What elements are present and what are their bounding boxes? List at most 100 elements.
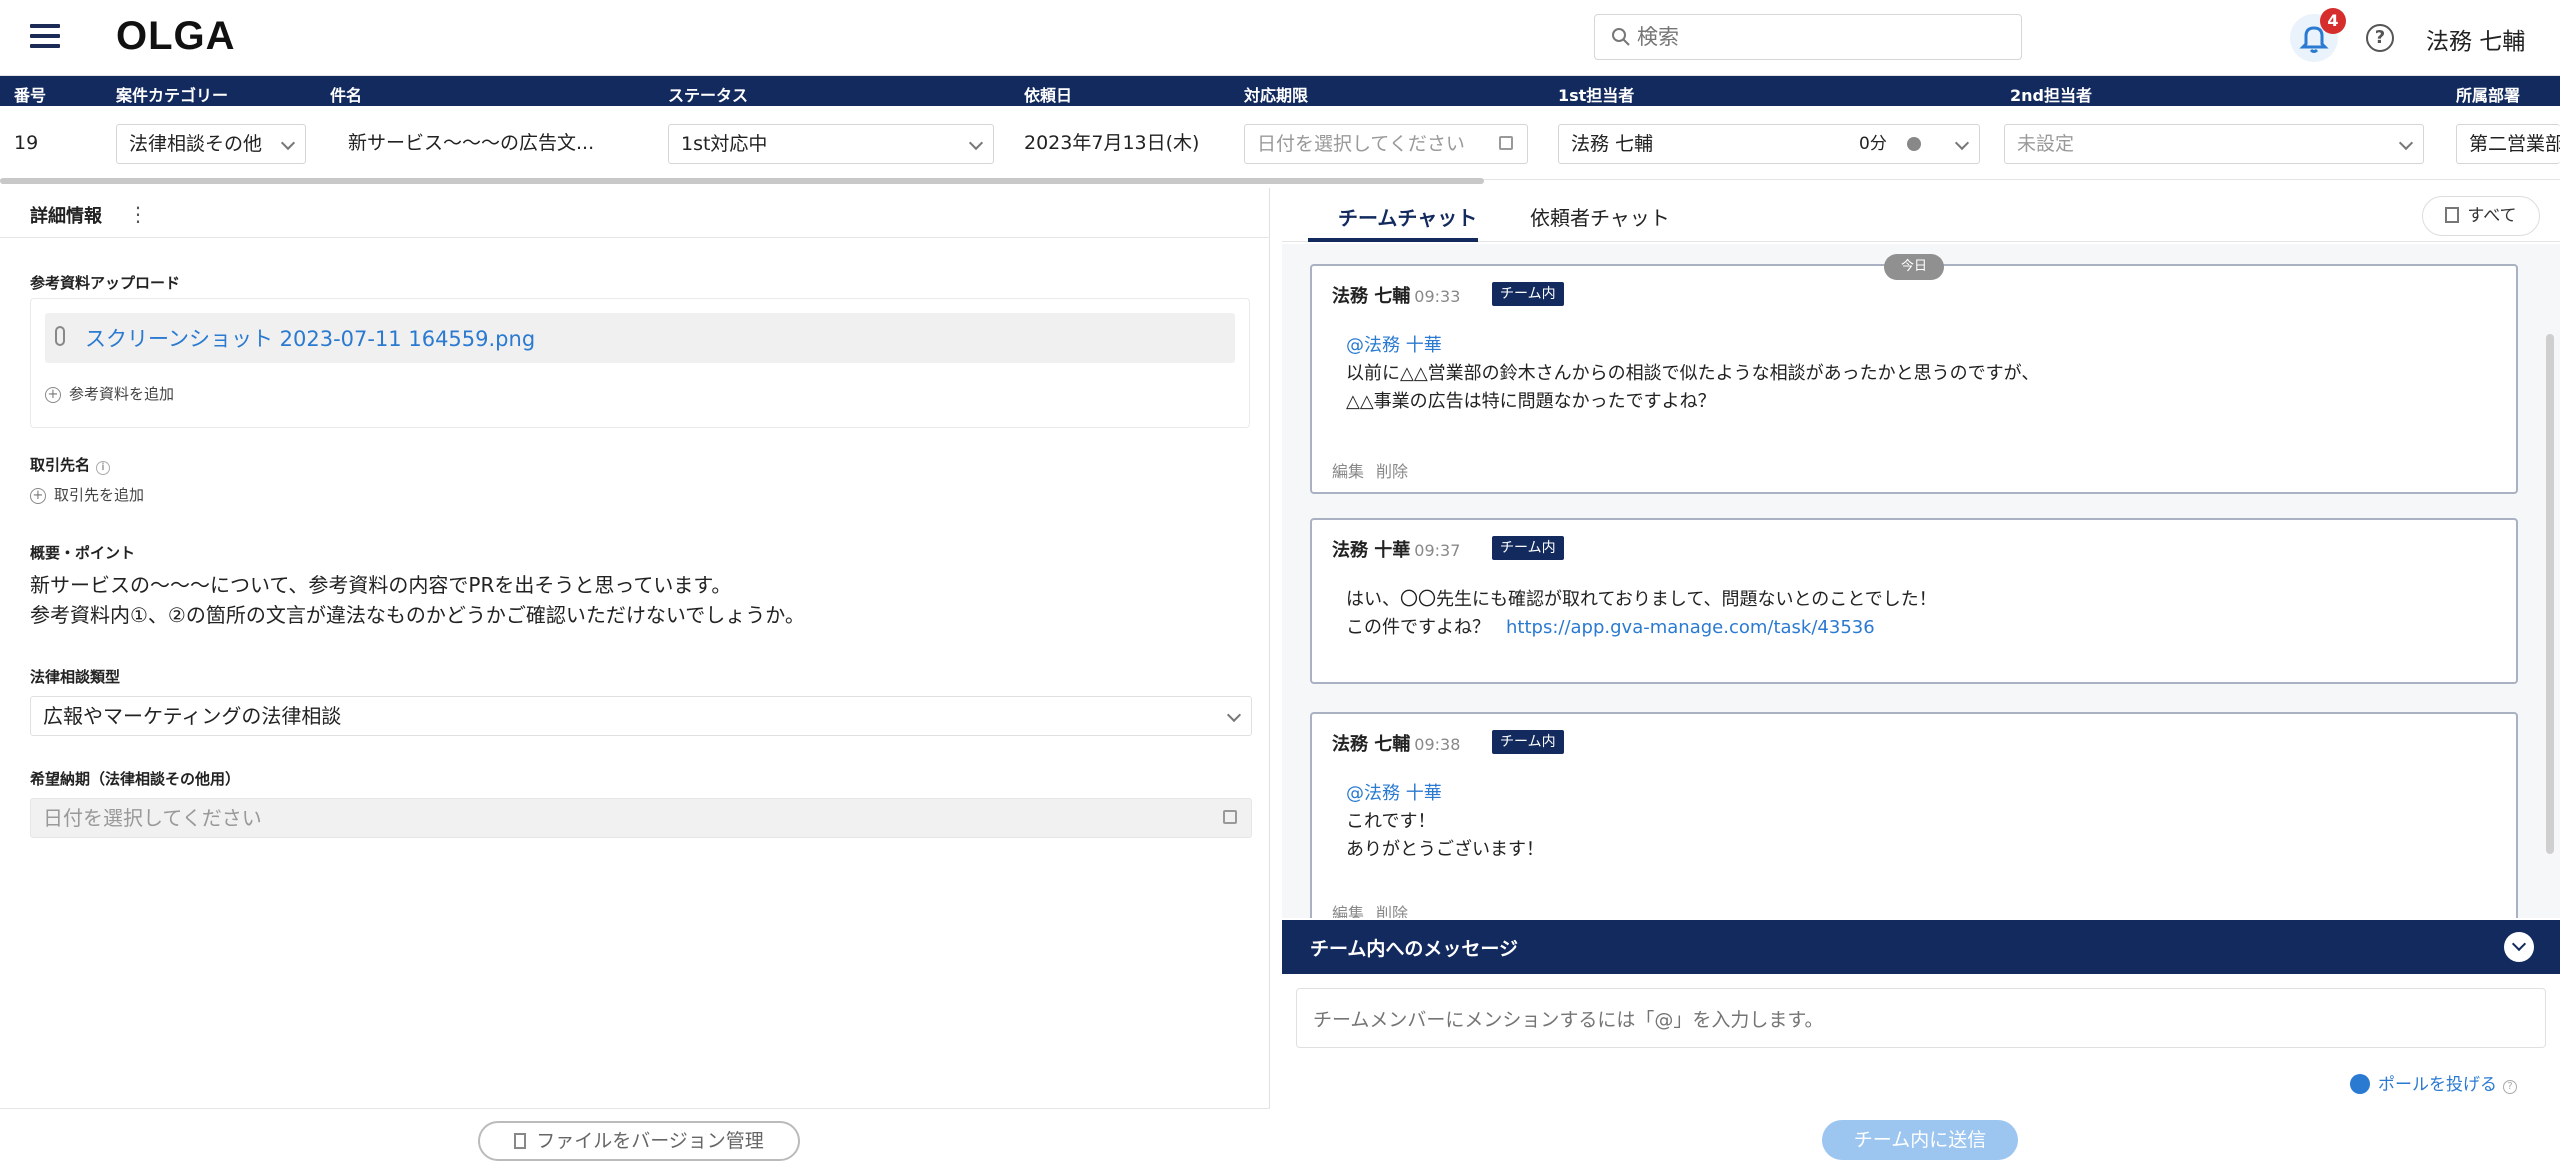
more-options-icon[interactable]: ⋮ bbox=[128, 202, 148, 226]
all-filter-label: すべて bbox=[2467, 206, 2517, 226]
message-time: 09:38 bbox=[1414, 735, 1461, 754]
category-select[interactable]: 法律相談その他 bbox=[116, 124, 306, 164]
message-actions: 編集 削除 bbox=[1332, 458, 1420, 482]
column-header-category[interactable]: 案件カテゴリー bbox=[116, 82, 228, 106]
chat-panel: チームチャット 依頼者チャット すべて 今日 法務 七輔 09:33 チーム内 @… bbox=[1282, 188, 2560, 1172]
column-header-request-date[interactable]: 依頼日 bbox=[1024, 82, 1072, 106]
edit-link[interactable]: 編集 bbox=[1332, 904, 1364, 918]
poll-button[interactable]: ポールを投げる? bbox=[2350, 1070, 2517, 1095]
poll-icon bbox=[2350, 1074, 2370, 1094]
message-header: 法務 十華 09:37 bbox=[1332, 536, 1460, 562]
tab-team-chat[interactable]: チームチャット bbox=[1338, 202, 1477, 231]
paperclip-icon bbox=[55, 326, 65, 346]
detail-title: 詳細情報 bbox=[30, 206, 102, 227]
notification-badge: 4 bbox=[2320, 8, 2346, 34]
team-tag: チーム内 bbox=[1492, 730, 1564, 754]
mention-link[interactable]: @法務 十華 bbox=[1346, 780, 1544, 808]
calendar-icon bbox=[1223, 810, 1237, 824]
column-header-deadline[interactable]: 対応期限 bbox=[1244, 82, 1308, 106]
chat-message: 法務 十華 09:37 チーム内 はい、〇〇先生にも確認が取れておりまして、問題な… bbox=[1310, 518, 2518, 684]
search-icon bbox=[1612, 28, 1630, 46]
app-logo[interactable]: OLGA bbox=[116, 14, 236, 59]
summary-line: 参考資料内①、②の箇所の文言が違法なものかどうかご確認いただけないでしょうか。 bbox=[30, 603, 805, 627]
task-link[interactable]: https://app.gva-manage.com/task/43536 bbox=[1506, 617, 1875, 638]
column-header-subject[interactable]: 件名 bbox=[330, 82, 362, 106]
all-filter-button[interactable]: すべて bbox=[2422, 196, 2540, 236]
app-window: OLGA 4 ? 法務 七輔 番号 案件カテゴリー 件名 ステータス 依頼日 対… bbox=[0, 0, 2560, 1172]
info-icon[interactable]: i bbox=[96, 461, 111, 475]
edit-link[interactable]: 編集 bbox=[1332, 462, 1364, 481]
detail-header: 詳細情報 ⋮ bbox=[0, 188, 1270, 238]
consult-type-select[interactable]: 広報やマーケティングの法律相談 bbox=[30, 696, 1252, 736]
message-line-with-link: この件ですよね？ https://app.gva-manage.com/task/… bbox=[1346, 614, 1937, 642]
status-select[interactable]: 1st対応中 bbox=[668, 124, 994, 164]
document-icon bbox=[514, 1133, 527, 1149]
message-line: 以前に△△営業部の鈴木さんからの相談で似たような相談があったかと思うのですが、 bbox=[1346, 363, 2040, 384]
client-label-row: 取引先名 i bbox=[30, 454, 111, 475]
search-box[interactable] bbox=[1594, 14, 2022, 60]
message-line: はい、〇〇先生にも確認が取れておりまして、問題ないとのことでした！ bbox=[1346, 589, 1937, 610]
summary-line: 新サービスの〜〜〜について、参考資料の内容でPRを出そうと思っています。 bbox=[30, 573, 732, 597]
message-body: @法務 十華 これです！ ありがとうございます！ bbox=[1346, 780, 1544, 864]
attached-file: スクリーンショット 2023-07-11 164559.png bbox=[45, 313, 1235, 363]
file-version-label: ファイルをバージョン管理 bbox=[536, 1130, 764, 1152]
subject-text[interactable]: 新サービス〜〜〜の広告文... bbox=[348, 124, 618, 164]
notification-button[interactable]: 4 bbox=[2290, 8, 2346, 62]
deadline-picker[interactable]: 日付を選択してください bbox=[1244, 124, 1528, 164]
vertical-scrollbar[interactable] bbox=[2546, 334, 2554, 854]
detail-footer: ファイルをバージョン管理 bbox=[0, 1108, 1270, 1172]
menu-icon[interactable] bbox=[30, 24, 64, 52]
file-link[interactable]: スクリーンショット 2023-07-11 164559.png bbox=[85, 323, 535, 353]
chat-message: 今日 法務 七輔 09:33 チーム内 @法務 十華 以前に△△営業部の鈴木さんか… bbox=[1310, 254, 2518, 494]
message-composer[interactable] bbox=[1296, 988, 2546, 1048]
deadline-placeholder: 日付を選択してください bbox=[1257, 133, 1465, 155]
message-line: △△事業の広告は特に問題なかったですよね？ bbox=[1346, 391, 1716, 412]
message-body: @法務 十華 以前に△△営業部の鈴木さんからの相談で似たような相談があったかと思… bbox=[1346, 332, 2039, 416]
send-button[interactable]: チーム内に送信 bbox=[1822, 1120, 2018, 1160]
chevron-down-icon bbox=[1954, 135, 1970, 151]
delete-link[interactable]: 削除 bbox=[1376, 904, 1408, 918]
column-header-first-assignee[interactable]: 1st担当者 bbox=[1558, 82, 1634, 106]
first-assignee-select[interactable]: 法務 七輔 0分 bbox=[1558, 124, 1980, 164]
search-input[interactable] bbox=[1637, 21, 2007, 53]
collapse-button[interactable] bbox=[2504, 932, 2534, 962]
desired-date-placeholder: 日付を選択してください bbox=[43, 806, 262, 830]
top-bar: OLGA 4 ? 法務 七輔 bbox=[0, 0, 2560, 76]
column-header-number[interactable]: 番号 bbox=[14, 82, 46, 106]
user-menu[interactable]: 法務 七輔 bbox=[2426, 22, 2525, 56]
message-line: この件ですよね？ bbox=[1346, 617, 1490, 638]
file-version-button[interactable]: ファイルをバージョン管理 bbox=[478, 1121, 800, 1161]
help-icon[interactable]: ? bbox=[2366, 24, 2394, 52]
tab-client-chat[interactable]: 依頼者チャット bbox=[1530, 202, 1670, 231]
gear-icon[interactable] bbox=[1907, 137, 1921, 151]
upload-box: スクリーンショット 2023-07-11 164559.png + 参考資料を追加 bbox=[30, 298, 1250, 428]
plus-circle-icon: + bbox=[30, 487, 46, 504]
delete-link[interactable]: 削除 bbox=[1376, 462, 1408, 481]
upload-label: 参考資料アップロード bbox=[30, 274, 181, 292]
column-header-status[interactable]: ステータス bbox=[668, 82, 748, 106]
message-line: これです！ bbox=[1346, 811, 1436, 832]
column-header-second-assignee[interactable]: 2nd担当者 bbox=[2010, 82, 2092, 106]
team-tag: チーム内 bbox=[1492, 282, 1564, 306]
message-author: 法務 十華 bbox=[1332, 540, 1411, 561]
message-author: 法務 七輔 bbox=[1332, 734, 1411, 755]
chat-tabs: チームチャット 依頼者チャット すべて bbox=[1282, 188, 2560, 242]
add-client-link[interactable]: + 取引先を追加 bbox=[30, 484, 144, 505]
table-header: 番号 案件カテゴリー 件名 ステータス 依頼日 対応期限 1st担当者 2nd担… bbox=[0, 76, 2560, 106]
horizontal-scrollbar[interactable] bbox=[0, 178, 1484, 184]
message-input[interactable] bbox=[1297, 989, 2545, 1047]
consult-type-value: 広報やマーケティングの法律相談 bbox=[43, 704, 342, 728]
message-header: 法務 七輔 09:33 bbox=[1332, 282, 1460, 308]
second-assignee-select[interactable]: 未設定 bbox=[2004, 124, 2424, 164]
mention-link[interactable]: @法務 十華 bbox=[1346, 332, 2039, 360]
help-icon[interactable]: ? bbox=[2503, 1080, 2517, 1094]
add-reference-label: 参考資料を追加 bbox=[69, 385, 175, 403]
desired-date-picker[interactable]: 日付を選択してください bbox=[30, 798, 1252, 838]
active-tab-indicator bbox=[1308, 238, 1478, 242]
row-number: 19 bbox=[14, 132, 39, 154]
status-value: 1st対応中 bbox=[681, 133, 768, 155]
department-select[interactable]: 第二営業部 bbox=[2456, 124, 2560, 164]
column-header-department[interactable]: 所属部署 bbox=[2456, 82, 2520, 106]
summary-text: 新サービスの〜〜〜について、参考資料の内容でPRを出そうと思っています。 参考資… bbox=[30, 570, 805, 630]
add-reference-link[interactable]: + 参考資料を追加 bbox=[45, 383, 174, 404]
